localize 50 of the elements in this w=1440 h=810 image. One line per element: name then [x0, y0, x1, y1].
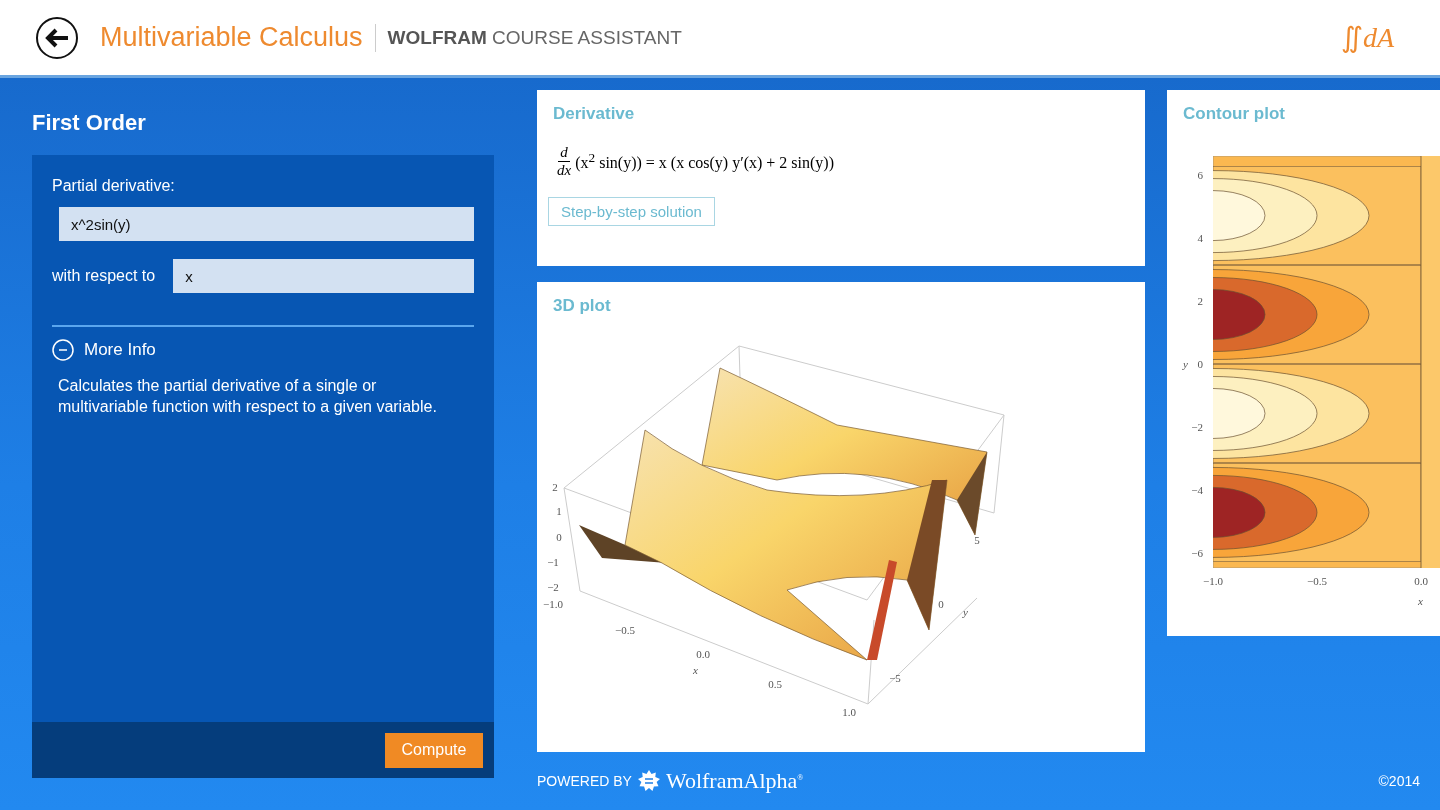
- tick-label: 0.0: [1414, 575, 1428, 587]
- input-field[interactable]: x: [173, 259, 474, 293]
- minus-circle-icon: [52, 339, 74, 361]
- tick-label: −6: [1191, 547, 1203, 559]
- field-label: Partial derivative:: [52, 177, 176, 195]
- card-title: Derivative: [552, 103, 636, 125]
- axis-label: y: [1183, 358, 1188, 370]
- copyright-text: ©2014: [1378, 773, 1420, 789]
- back-arrow-icon: [44, 26, 70, 49]
- more-info-toggle[interactable]: More Info: [52, 339, 156, 361]
- tick-label: 2: [1197, 295, 1203, 307]
- tick-label: 0.5: [768, 678, 782, 690]
- app-title: Multivariable Calculus: [100, 22, 363, 53]
- powered-by-text: POWERED BY: [537, 773, 632, 789]
- description-text: Calculates the partial derivative of a single or multivariable function with respect to a given variable.: [58, 376, 438, 417]
- card-title: Contour plot: [1182, 103, 1286, 125]
- tick-label: 1: [556, 505, 562, 517]
- fraction-denominator: dx: [556, 162, 573, 179]
- tick-label: 0: [1197, 358, 1203, 370]
- tick-label: 1.0: [842, 706, 856, 718]
- tick-label: 0: [556, 531, 562, 543]
- section-heading: First Order: [32, 108, 147, 137]
- app-logo: ∬dA: [1340, 21, 1394, 54]
- tick-label: −4: [1191, 484, 1203, 496]
- formula-text: (x$^{2}$ sin(y)) = x (x cos(y) y′(x) + 2 sin(y)): [575, 150, 834, 173]
- tick-label: −1.0: [1203, 575, 1223, 587]
- wolframalpha-wordmark: WolframAlpha$^{®}$: [665, 768, 804, 794]
- tick-label: −1.0: [543, 598, 563, 610]
- tick-label: −2: [547, 581, 559, 593]
- back-button[interactable]: [36, 16, 78, 59]
- fraction-numerator: d: [558, 144, 570, 162]
- tick-label: 4: [1197, 232, 1203, 244]
- tick-label: 6: [1197, 169, 1203, 181]
- axis-label: y: [963, 606, 968, 618]
- tick-label: 0.0: [696, 648, 710, 660]
- tick-label: −5: [889, 672, 901, 684]
- tick-label: 2: [552, 481, 558, 493]
- tick-label: −0.5: [1307, 575, 1327, 587]
- brand-name: WOLFRAM COURSE ASSISTANT: [387, 26, 682, 49]
- tick-label: 0: [938, 598, 944, 610]
- tick-label: −2: [1191, 421, 1203, 433]
- tick-label: −1: [547, 556, 559, 568]
- axis-label: x: [1418, 595, 1423, 607]
- input-field[interactable]: x^2sin(y): [59, 207, 474, 241]
- star-logo-icon: [637, 770, 660, 792]
- tick-label: 5: [974, 534, 980, 546]
- card-title: 3D plot: [552, 295, 612, 317]
- axis-label: x: [693, 664, 698, 676]
- field-label: with respect to: [52, 267, 156, 285]
- tick-label: −0.5: [615, 624, 635, 636]
